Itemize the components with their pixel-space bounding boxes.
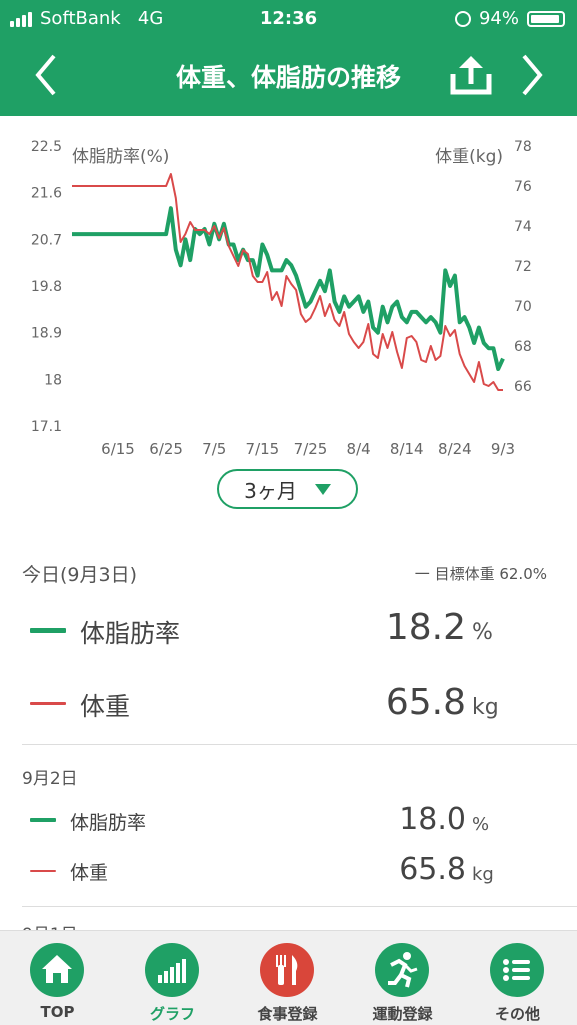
right-tick-label: 78 bbox=[514, 139, 532, 155]
sep2-weight-unit: kg bbox=[472, 864, 494, 885]
today-weight-unit: kg bbox=[472, 695, 499, 720]
left-tick-label: 19.8 bbox=[31, 279, 62, 295]
today-weight-label: 体重 bbox=[80, 692, 131, 721]
forward-chevron-icon[interactable] bbox=[518, 50, 548, 100]
x-tick-label: 6/25 bbox=[149, 440, 183, 458]
line-chart: 体脂肪率(%) 体重(kg) 22.5 21.6 20.7 19.8 18.9 18 17.1 7… bbox=[31, 139, 532, 458]
tab-other[interactable]: その他 bbox=[460, 931, 575, 1025]
tab-meal[interactable]: 食事登録 bbox=[230, 931, 345, 1025]
x-tick-label: 6/15 bbox=[101, 440, 135, 458]
today-weight-value: 65.8 bbox=[385, 682, 466, 723]
left-axis-title: 体脂肪率(%) bbox=[72, 147, 169, 167]
tab-label: TOP bbox=[40, 1003, 75, 1021]
right-tick-label: 68 bbox=[514, 339, 532, 355]
left-tick-label: 22.5 bbox=[31, 139, 62, 155]
tab-label: 運動登録 bbox=[372, 1005, 433, 1023]
x-tick-label: 8/14 bbox=[390, 440, 424, 458]
right-tick-label: 70 bbox=[514, 299, 532, 315]
tab-exercise[interactable]: 運動登録 bbox=[345, 931, 460, 1025]
left-tick-label: 21.6 bbox=[31, 186, 62, 202]
left-tick-label: 20.7 bbox=[31, 232, 62, 248]
dropdown-arrow-icon bbox=[314, 483, 331, 495]
left-tick-label: 18.9 bbox=[31, 326, 62, 342]
right-tick-label: 72 bbox=[514, 259, 532, 275]
today-date: 今日(9月3日) bbox=[22, 564, 138, 586]
bodyfat-legend-icon bbox=[30, 818, 56, 822]
today-bodyfat-unit: % bbox=[472, 620, 493, 645]
sep2-weight-label: 体重 bbox=[70, 862, 109, 884]
sep2-bodyfat-value: 18.0 bbox=[399, 802, 466, 837]
tab-label: 食事登録 bbox=[257, 1005, 318, 1023]
battery-percent: 94% bbox=[478, 8, 519, 29]
battery-icon bbox=[527, 10, 565, 27]
x-tick-label: 8/24 bbox=[438, 440, 472, 458]
goal-weight: 一 目標体重 62.0% bbox=[414, 565, 547, 583]
tab-label: グラフ bbox=[149, 1005, 195, 1023]
sep2-bodyfat-unit: % bbox=[472, 814, 490, 835]
weight-legend-icon bbox=[30, 870, 56, 872]
right-tick-label: 66 bbox=[514, 379, 532, 395]
left-tick-label: 17.1 bbox=[31, 419, 62, 435]
right-tick-label: 74 bbox=[514, 219, 532, 235]
x-tick-label: 8/4 bbox=[347, 440, 371, 458]
divider bbox=[22, 744, 577, 745]
tab-graph[interactable]: グラフ bbox=[115, 931, 230, 1025]
bodyfat-series-line bbox=[72, 206, 505, 371]
status-bar: SoftBank 4G 12:36 94% bbox=[0, 0, 577, 38]
share-icon[interactable] bbox=[447, 54, 495, 98]
bodyfat-legend-icon bbox=[30, 628, 66, 633]
sep2-date: 9月2日 bbox=[22, 769, 78, 789]
x-tick-label: 9/3 bbox=[491, 440, 515, 458]
x-tick-label: 7/5 bbox=[202, 440, 226, 458]
list-icon bbox=[490, 943, 544, 997]
tab-bar: TOP グラフ 食事登録 運動登録 その他 bbox=[0, 930, 577, 1025]
today-bodyfat-value: 18.2 bbox=[385, 607, 466, 648]
home-icon bbox=[30, 943, 84, 997]
left-tick-label: 18 bbox=[44, 372, 62, 388]
bar-chart-icon bbox=[145, 943, 199, 997]
runner-icon bbox=[375, 943, 429, 997]
today-bodyfat-label: 体脂肪率 bbox=[80, 619, 181, 648]
sep2-bodyfat-label: 体脂肪率 bbox=[70, 812, 147, 834]
alarm-icon bbox=[454, 10, 471, 27]
right-axis-title: 体重(kg) bbox=[435, 147, 503, 167]
range-label: 3ヶ月 bbox=[244, 478, 297, 503]
app-header: 体重、体脂肪の推移 bbox=[0, 38, 577, 116]
tab-label: その他 bbox=[494, 1005, 540, 1023]
divider bbox=[22, 906, 577, 907]
weight-series-line bbox=[72, 173, 503, 391]
weight-legend-icon bbox=[30, 702, 66, 705]
fork-knife-icon bbox=[260, 943, 314, 997]
x-tick-label: 7/15 bbox=[246, 440, 280, 458]
x-tick-label: 7/25 bbox=[294, 440, 328, 458]
right-tick-label: 76 bbox=[514, 179, 532, 195]
sep2-weight-value: 65.8 bbox=[399, 852, 466, 887]
tab-top[interactable]: TOP bbox=[0, 931, 115, 1025]
range-selector[interactable]: 3ヶ月 bbox=[217, 469, 358, 509]
